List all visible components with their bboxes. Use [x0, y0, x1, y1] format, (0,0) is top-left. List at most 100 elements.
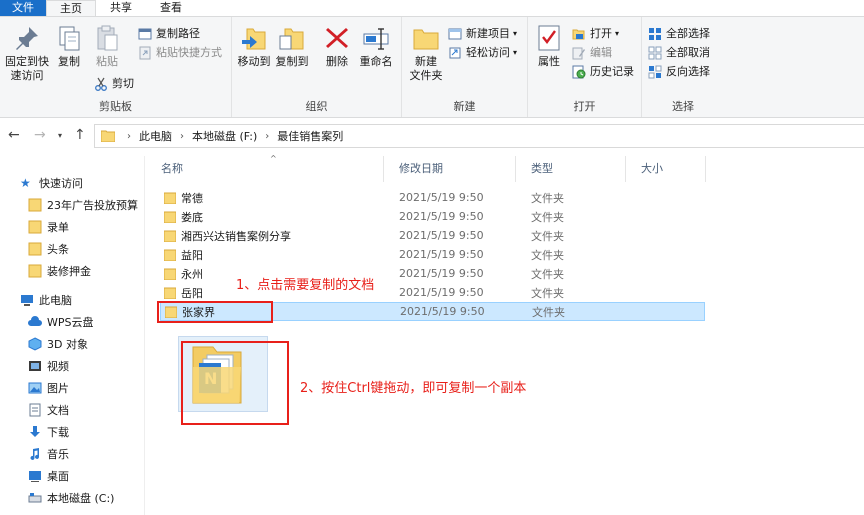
- select-none-button[interactable]: 全部取消: [648, 44, 710, 62]
- nav-pinned-item[interactable]: 录单: [28, 217, 69, 237]
- copy-to-button[interactable]: 复制到: [274, 23, 310, 69]
- nav-pc-item-label: 文档: [47, 404, 69, 417]
- easy-access-dropdown-icon: ▾: [513, 48, 518, 57]
- delete-button[interactable]: 删除: [322, 23, 352, 69]
- new-item-button[interactable]: 新建项目 ▾: [448, 25, 517, 43]
- open-dropdown-icon: ▾: [615, 29, 620, 38]
- paste-button[interactable]: 粘贴: [92, 23, 122, 69]
- download-arrow-icon: [30, 426, 40, 437]
- recent-dropdown-icon[interactable]: ▾: [58, 131, 62, 140]
- copy-label: 复制: [58, 55, 80, 68]
- column-header-date[interactable]: 修改日期: [384, 156, 516, 182]
- folder-icon: [28, 220, 42, 234]
- rename-button[interactable]: 重命名: [356, 23, 396, 69]
- nav-this-pc-label: 此电脑: [39, 294, 72, 307]
- tab-share[interactable]: 共享: [96, 0, 146, 16]
- computer-icon: [21, 295, 33, 306]
- nav-quick-access[interactable]: ★ 快速访问: [20, 173, 83, 193]
- file-name: 湘西兴达销售案例分享: [181, 229, 291, 243]
- nav-pc-item[interactable]: 音乐: [28, 444, 69, 464]
- group-organize: 移动到 复制到 删除 重命名 组织: [232, 17, 402, 117]
- copy-to-icon: [279, 28, 304, 50]
- file-name: 永州: [181, 267, 203, 281]
- paste-shortcut-button[interactable]: 粘贴快捷方式: [138, 44, 222, 62]
- nav-pinned-item[interactable]: 装修押金: [28, 261, 91, 281]
- tab-view[interactable]: 查看: [146, 0, 196, 16]
- back-arrow-icon[interactable]: ←: [8, 127, 20, 143]
- move-to-button[interactable]: 移动到: [236, 23, 272, 69]
- file-type: 文件夹: [531, 267, 564, 281]
- nav-pc-item-label: 3D 对象: [47, 338, 88, 351]
- nav-pinned-label: 23年广告投放预算: [47, 199, 138, 212]
- properties-button[interactable]: 属性: [534, 23, 564, 69]
- easy-access-button[interactable]: 轻松访问 ▾: [448, 44, 517, 62]
- breadcrumb-current-folder[interactable]: 最佳销售案列: [277, 128, 343, 144]
- new-folder-button[interactable]: 新建 文件夹: [406, 23, 446, 83]
- ribbon-tabs: 文件 主页 共享 查看: [0, 0, 864, 16]
- nav-pc-item-label: 图片: [47, 382, 69, 395]
- table-row[interactable]: 娄底 2021/5/19 9:50 文件夹: [160, 207, 705, 226]
- nav-pc-item[interactable]: 桌面: [28, 466, 69, 486]
- column-header-type[interactable]: 类型: [516, 156, 626, 182]
- column-header-size[interactable]: 大小: [626, 156, 706, 182]
- table-row[interactable]: 常德 2021/5/19 9:50 文件夹: [160, 188, 705, 207]
- select-all-label: 全部选择: [666, 27, 710, 40]
- open-button[interactable]: 打开 ▾: [572, 25, 619, 43]
- nav-pc-item[interactable]: WPS云盘: [28, 312, 94, 332]
- copy-path-label: 复制路径: [156, 27, 200, 40]
- edit-label: 编辑: [590, 46, 612, 59]
- navigation-bar: ← → ▾ ↑ › 此电脑 › 本地磁盘 (F:) › 最佳销售案列: [0, 122, 864, 150]
- edit-button[interactable]: 编辑: [572, 44, 612, 62]
- up-arrow-icon[interactable]: ↑: [74, 127, 86, 143]
- file-type: 文件夹: [531, 210, 564, 224]
- desktop-icon: [29, 471, 41, 482]
- forward-arrow-icon[interactable]: →: [34, 127, 46, 143]
- column-header-name[interactable]: 名称: [146, 156, 384, 182]
- pictures-icon: [28, 382, 42, 394]
- copy-path-button[interactable]: 复制路径: [138, 25, 200, 43]
- nav-pc-item[interactable]: 下载: [28, 422, 69, 442]
- breadcrumb-separator-icon: ›: [180, 130, 184, 142]
- open-group-label: 打开: [573, 100, 596, 113]
- documents-icon: [29, 403, 41, 417]
- organize-group-label: 组织: [305, 100, 328, 113]
- folder-icon: [28, 242, 42, 256]
- group-new: 新建 文件夹 新建项目 ▾ 轻松访问 ▾ 新建: [402, 17, 528, 117]
- paste-shortcut-label: 粘贴快捷方式: [156, 46, 222, 59]
- pin-icon: [16, 27, 38, 50]
- copy-path-icon: [138, 28, 152, 40]
- invert-selection-label: 反向选择: [666, 65, 710, 78]
- nav-pc-item[interactable]: 图片: [28, 378, 69, 398]
- invert-selection-button[interactable]: 反向选择: [648, 63, 710, 81]
- breadcrumb-drive-f[interactable]: 本地磁盘 (F:): [192, 128, 257, 144]
- pin-quick-access-button[interactable]: 固定到快 速访问: [2, 23, 52, 83]
- easy-access-label: 轻松访问: [466, 46, 510, 59]
- select-all-button[interactable]: 全部选择: [648, 25, 710, 43]
- tab-file[interactable]: 文件: [0, 0, 46, 16]
- nav-pinned-item[interactable]: 头条: [28, 239, 69, 259]
- select-none-label: 全部取消: [666, 46, 710, 59]
- history-button[interactable]: 历史记录: [572, 63, 634, 81]
- tab-home[interactable]: 主页: [46, 0, 96, 16]
- breadcrumb-this-pc[interactable]: 此电脑: [139, 128, 172, 144]
- nav-pc-item-label: 本地磁盘 (C:): [47, 492, 115, 505]
- nav-pc-item[interactable]: 视频: [28, 356, 69, 376]
- table-row[interactable]: 益阳 2021/5/19 9:50 文件夹: [160, 245, 705, 264]
- file-date: 2021/5/19 9:50: [399, 229, 484, 242]
- 3d-objects-icon: [28, 337, 42, 351]
- paste-icon: [97, 25, 118, 51]
- nav-pinned-item[interactable]: 23年广告投放预算: [28, 195, 138, 215]
- annotation-step2: 2、按住Ctrl键拖动，即可复制一个副本: [300, 381, 527, 396]
- nav-this-pc[interactable]: 此电脑: [20, 290, 72, 310]
- table-row[interactable]: 湘西兴达销售案例分享 2021/5/19 9:50 文件夹: [160, 226, 705, 245]
- easy-access-icon: [449, 47, 461, 59]
- cut-button[interactable]: 剪切: [94, 75, 134, 93]
- address-bar[interactable]: › 此电脑 › 本地磁盘 (F:) › 最佳销售案列: [94, 124, 864, 148]
- nav-pc-item[interactable]: 本地磁盘 (C:): [28, 488, 114, 508]
- file-name: 娄底: [181, 210, 203, 224]
- file-date: 2021/5/19 9:50: [399, 248, 484, 261]
- nav-pc-item[interactable]: 文档: [28, 400, 69, 420]
- group-open: 属性 打开 ▾ 编辑 历史记录 打开: [528, 17, 642, 117]
- copy-button[interactable]: 复制: [54, 23, 84, 69]
- nav-pc-item[interactable]: 3D 对象: [28, 334, 88, 354]
